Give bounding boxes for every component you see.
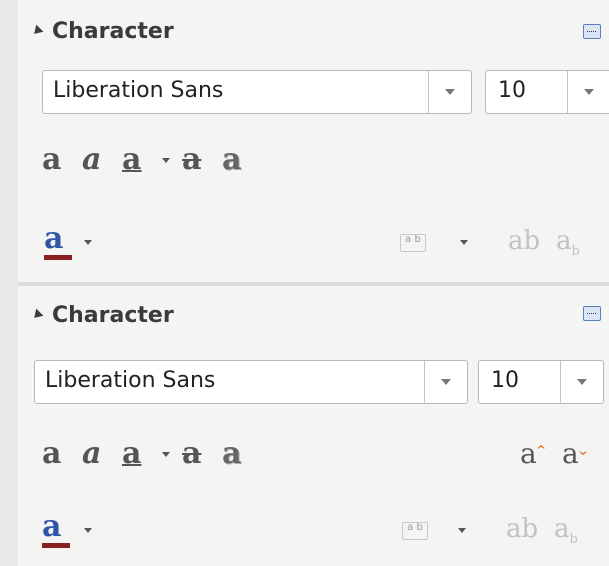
format-toolbar: a a a a a bbox=[42, 140, 602, 180]
sidebar-left-edge bbox=[0, 0, 18, 566]
more-options-icon[interactable] bbox=[583, 306, 601, 321]
font-size-combobox[interactable]: 10 bbox=[485, 70, 609, 114]
superscript-glyph: ab bbox=[508, 226, 541, 256]
subscript-glyph: a bbox=[556, 226, 572, 256]
font-color-dropdown-icon[interactable] bbox=[84, 528, 92, 533]
spacing-dropdown-icon[interactable] bbox=[458, 528, 466, 533]
panel-header[interactable]: Character bbox=[30, 14, 174, 48]
strikethrough-icon[interactable]: a bbox=[182, 140, 201, 180]
panel-header[interactable]: Character bbox=[30, 298, 174, 332]
superscript-icon[interactable]: ab bbox=[508, 226, 540, 256]
subscript-mark: b bbox=[569, 532, 578, 548]
shrink-caret-icon: ^ bbox=[578, 443, 589, 457]
subscript-glyph: a bbox=[554, 514, 570, 544]
font-name-value[interactable]: Liberation Sans bbox=[45, 368, 215, 393]
italic-icon[interactable]: a bbox=[82, 434, 101, 474]
font-size-value[interactable]: 10 bbox=[498, 78, 526, 103]
italic-icon[interactable]: a bbox=[82, 140, 101, 180]
more-options-icon[interactable] bbox=[583, 24, 601, 39]
panel-title: Character bbox=[52, 18, 174, 44]
underline-dropdown-icon[interactable] bbox=[162, 158, 170, 163]
font-size-combobox[interactable]: 10 bbox=[478, 360, 604, 404]
grow-font-glyph: a bbox=[520, 437, 537, 470]
dropdown-arrow-icon[interactable] bbox=[560, 361, 603, 403]
color-spacing-toolbar: a a b ab ab bbox=[42, 222, 602, 262]
subscript-icon[interactable]: ab bbox=[554, 514, 578, 555]
superscript-glyph: ab bbox=[506, 514, 539, 544]
collapse-triangle-icon[interactable] bbox=[30, 24, 44, 38]
bold-icon[interactable]: a bbox=[42, 434, 61, 474]
superscript-icon[interactable]: ab bbox=[506, 514, 538, 544]
format-toolbar: a a a a a a ^ a ^ bbox=[42, 434, 602, 474]
bold-icon[interactable]: a bbox=[42, 140, 61, 180]
underline-icon[interactable]: a bbox=[122, 140, 141, 180]
character-panel-1: Character Liberation Sans 10 a a a a a a… bbox=[18, 0, 609, 282]
character-spacing-icon[interactable]: a b bbox=[402, 522, 428, 540]
subscript-icon[interactable]: ab bbox=[556, 226, 580, 267]
underline-dropdown-icon[interactable] bbox=[162, 452, 170, 457]
font-name-combobox[interactable]: Liberation Sans bbox=[42, 70, 472, 114]
character-panel-2: Character Liberation Sans 10 a a a a a a… bbox=[18, 286, 609, 566]
shrink-font-glyph: a bbox=[562, 437, 579, 470]
dropdown-arrow-icon[interactable] bbox=[428, 71, 471, 113]
dropdown-arrow-icon[interactable] bbox=[424, 361, 467, 403]
sidebar-character-panels: Character Liberation Sans 10 a a a a a a… bbox=[0, 0, 609, 566]
dropdown-arrow-icon[interactable] bbox=[567, 71, 609, 113]
grow-font-icon[interactable]: a ^ bbox=[520, 437, 546, 470]
color-spacing-toolbar: a a b ab ab bbox=[42, 510, 602, 550]
spacing-dropdown-icon[interactable] bbox=[460, 240, 468, 245]
underline-icon[interactable]: a bbox=[122, 434, 141, 474]
shadow-icon[interactable]: a bbox=[222, 140, 241, 180]
collapse-triangle-icon[interactable] bbox=[30, 308, 44, 322]
font-color-bar bbox=[44, 255, 72, 260]
subscript-mark: b bbox=[571, 244, 580, 260]
character-spacing-icon[interactable]: a b bbox=[400, 234, 426, 252]
font-color-icon[interactable]: a bbox=[44, 222, 63, 256]
font-name-value[interactable]: Liberation Sans bbox=[53, 78, 223, 103]
grow-caret-icon: ^ bbox=[536, 443, 547, 457]
panel-title: Character bbox=[52, 302, 174, 328]
font-color-bar bbox=[42, 543, 70, 548]
shrink-font-icon[interactable]: a ^ bbox=[562, 437, 588, 470]
shadow-icon[interactable]: a bbox=[222, 434, 241, 474]
font-size-value[interactable]: 10 bbox=[491, 368, 519, 393]
font-color-icon[interactable]: a bbox=[42, 510, 61, 544]
strikethrough-icon[interactable]: a bbox=[182, 434, 201, 474]
font-name-combobox[interactable]: Liberation Sans bbox=[34, 360, 468, 404]
font-color-dropdown-icon[interactable] bbox=[84, 240, 92, 245]
